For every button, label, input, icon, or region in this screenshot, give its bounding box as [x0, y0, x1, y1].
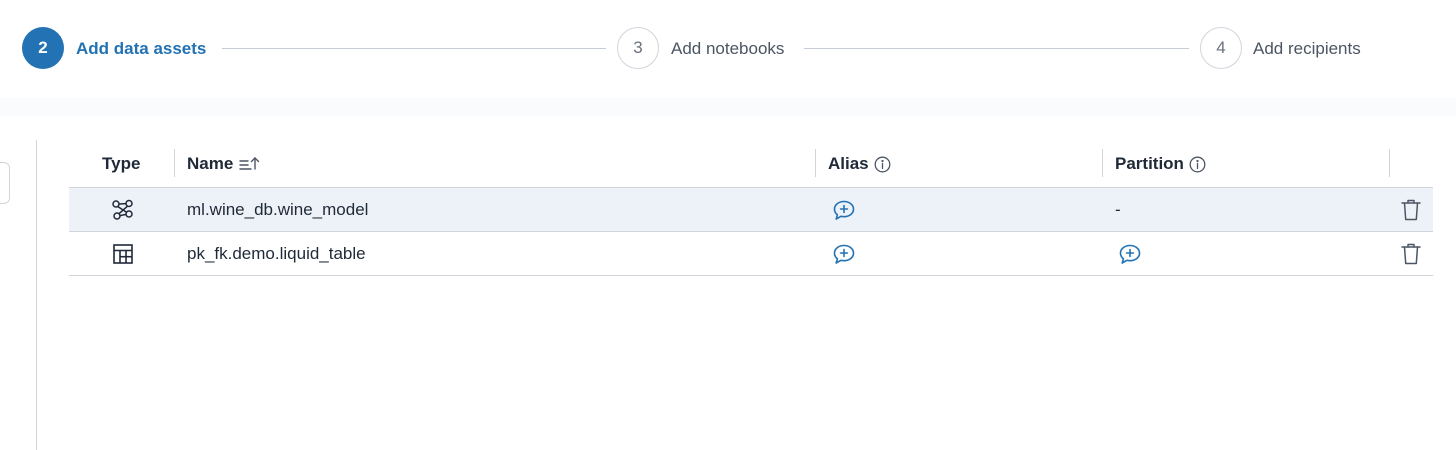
partition-value: - [1115, 188, 1121, 232]
asset-name: pk_fk.demo.liquid_table [187, 232, 366, 276]
sort-ascending-icon[interactable] [239, 155, 261, 173]
column-separator[interactable] [815, 149, 816, 177]
delete-icon[interactable] [1400, 188, 1422, 232]
column-separator[interactable] [1389, 149, 1390, 177]
table-icon [112, 232, 134, 276]
step-connector [222, 48, 606, 49]
column-header-name[interactable]: Name [187, 140, 261, 188]
info-icon[interactable] [874, 156, 891, 173]
column-separator[interactable] [1102, 149, 1103, 177]
model-icon [111, 188, 135, 232]
table-row[interactable]: pk_fk.demo.liquid_table [69, 232, 1433, 276]
info-icon[interactable] [1189, 156, 1206, 173]
step-3-circle[interactable]: 3 [617, 27, 659, 69]
section-divider [0, 98, 1456, 116]
step-connector [804, 48, 1189, 49]
left-panel-input[interactable] [0, 162, 10, 204]
data-assets-table: Type Name Alias [69, 140, 1433, 276]
column-header-alias: Alias [828, 140, 891, 188]
table-row[interactable]: ml.wine_db.wine_model - [69, 188, 1433, 232]
asset-name: ml.wine_db.wine_model [187, 188, 368, 232]
step-3-label[interactable]: Add notebooks [671, 38, 784, 60]
column-header-type: Type [102, 140, 140, 188]
wizard-stepper: 2 Add data assets 3 Add notebooks 4 Add … [0, 0, 1456, 98]
step-2-circle[interactable]: 2 [22, 27, 64, 69]
add-comment-icon[interactable] [832, 188, 856, 232]
left-panel [0, 140, 37, 450]
step-4-label[interactable]: Add recipients [1253, 38, 1361, 60]
column-header-partition-label: Partition [1115, 154, 1184, 174]
add-comment-icon[interactable] [832, 232, 856, 276]
column-header-alias-label: Alias [828, 154, 869, 174]
add-comment-icon[interactable] [1118, 232, 1142, 276]
column-separator[interactable] [174, 149, 175, 177]
table-header: Type Name Alias [69, 140, 1433, 188]
column-header-name-label: Name [187, 154, 233, 174]
step-2-label[interactable]: Add data assets [76, 38, 206, 60]
delete-icon[interactable] [1400, 232, 1422, 276]
column-header-partition: Partition [1115, 140, 1206, 188]
step-4-circle[interactable]: 4 [1200, 27, 1242, 69]
